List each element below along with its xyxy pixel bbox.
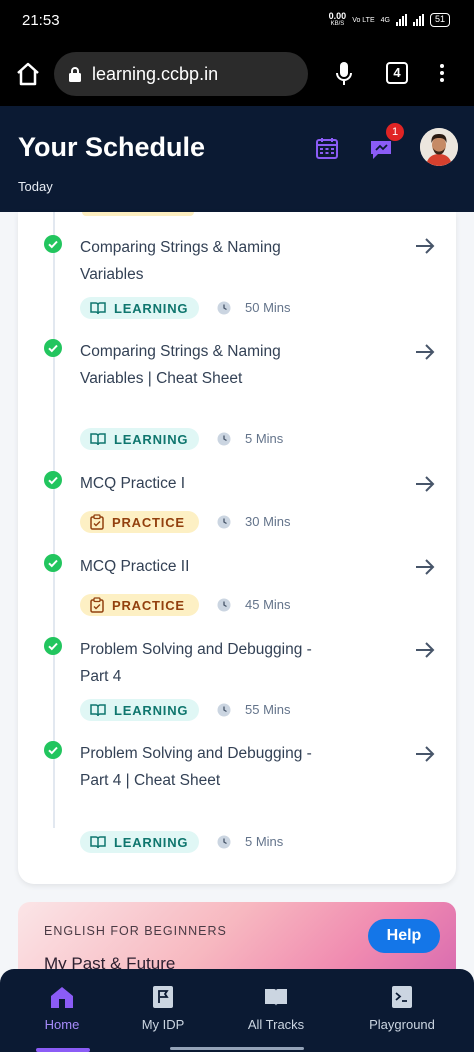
- duration-label: 30 Mins: [245, 514, 291, 529]
- schedule-item-title: MCQ Practice I: [80, 475, 186, 492]
- signal-icon-2: [412, 14, 424, 26]
- promo-label: ENGLISH FOR BEGINNERS: [44, 924, 227, 938]
- check-circle-icon: [44, 637, 62, 655]
- status-indicators: 0.00 KB/S Vo LTE 4G 51: [329, 12, 450, 28]
- clock-icon: [217, 301, 231, 315]
- mic-icon[interactable]: [334, 60, 354, 88]
- active-tab-indicator: [36, 1048, 90, 1052]
- home-icon: [51, 987, 73, 1008]
- check-circle-icon: [44, 235, 62, 253]
- avatar-image: [420, 128, 458, 166]
- network-volte: Vo LTE: [352, 16, 375, 24]
- duration-label: 50 Mins: [245, 300, 291, 315]
- clock-icon: [217, 515, 231, 529]
- check-circle-icon: [44, 471, 62, 489]
- tab-switcher-button[interactable]: 4: [386, 62, 408, 84]
- help-button[interactable]: Help: [368, 919, 440, 953]
- schedule-item-title: Problem Solving and Debugging - Part 4: [80, 641, 312, 685]
- clock-icon: [217, 835, 231, 849]
- browser-home-icon[interactable]: [14, 60, 42, 88]
- arrow-right-icon[interactable]: [414, 235, 436, 257]
- learning-tag: LEARNING: [80, 831, 199, 853]
- practice-tag: PRACTICE: [80, 511, 199, 533]
- duration-label: 5 Mins: [245, 431, 284, 446]
- page-title: Your Schedule: [18, 132, 206, 162]
- timeline-line: [53, 212, 55, 828]
- learning-tag: LEARNING: [80, 699, 199, 721]
- arrow-right-icon[interactable]: [414, 639, 436, 661]
- url-text: learning.ccbp.in: [92, 63, 219, 84]
- schedule-item-title: Comparing Strings & Naming Variables | C…: [80, 343, 281, 387]
- net-speed: 0.00 KB/S: [328, 11, 347, 28]
- nav-item-playground[interactable]: Playground: [347, 985, 457, 1032]
- book-icon: [90, 302, 106, 315]
- schedule-item-title: Problem Solving and Debugging - Part 4 |…: [80, 745, 312, 789]
- schedule-item-title: MCQ Practice II: [80, 558, 190, 575]
- arrow-right-icon[interactable]: [414, 743, 436, 765]
- terminal-icon: [392, 986, 412, 1008]
- arrow-right-icon[interactable]: [414, 473, 436, 495]
- check-circle-icon: [44, 741, 62, 759]
- nav-item-my-idp[interactable]: My IDP: [108, 985, 218, 1032]
- calendar-icon[interactable]: [315, 136, 339, 160]
- clock-icon: [217, 703, 231, 717]
- book-icon: [90, 836, 106, 849]
- check-circle-icon: [44, 554, 62, 572]
- lock-icon: [69, 67, 81, 82]
- book-icon: [265, 989, 287, 1006]
- page-subtitle: Today: [18, 179, 53, 194]
- previous-item-tag: [82, 212, 194, 216]
- avatar[interactable]: [420, 128, 458, 166]
- duration-label: 5 Mins: [245, 834, 284, 849]
- clipboard-icon: [90, 597, 104, 613]
- url-bar[interactable]: learning.ccbp.in: [54, 52, 308, 96]
- signal-icon: [395, 14, 407, 26]
- check-circle-icon: [44, 339, 62, 357]
- book-icon: [90, 704, 106, 717]
- learning-tag: LEARNING: [80, 428, 199, 450]
- practice-tag: PRACTICE: [80, 594, 199, 616]
- gesture-bar: [170, 1047, 304, 1050]
- clipboard-icon: [90, 514, 104, 530]
- app-header: Your Schedule Today 1: [0, 106, 474, 212]
- arrow-right-icon[interactable]: [414, 556, 436, 578]
- browser-bar: learning.ccbp.in 4: [0, 42, 474, 106]
- schedule-item-title: Comparing Strings & Naming Variables: [80, 239, 281, 283]
- battery-icon: 51: [429, 13, 450, 27]
- nav-item-all-tracks[interactable]: All Tracks: [221, 985, 331, 1032]
- browser-menu-icon[interactable]: [436, 62, 448, 86]
- status-time: 21:53: [22, 12, 60, 29]
- arrow-right-icon[interactable]: [414, 341, 436, 363]
- duration-label: 55 Mins: [245, 702, 291, 717]
- notification-badge: 1: [386, 123, 404, 141]
- learning-tag: LEARNING: [80, 297, 199, 319]
- bottom-nav: Home My IDP All Tracks Playground: [0, 969, 474, 1052]
- status-bar: 21:53 0.00 KB/S Vo LTE 4G 51: [0, 0, 474, 42]
- flag-icon: [153, 986, 173, 1008]
- network-4g: 4G: [380, 16, 390, 24]
- duration-label: 45 Mins: [245, 597, 291, 612]
- clock-icon: [217, 598, 231, 612]
- book-icon: [90, 433, 106, 446]
- nav-item-home[interactable]: Home: [7, 985, 117, 1032]
- clock-icon: [217, 432, 231, 446]
- schedule-card: Comparing Strings & Naming Variables LEA…: [18, 212, 456, 884]
